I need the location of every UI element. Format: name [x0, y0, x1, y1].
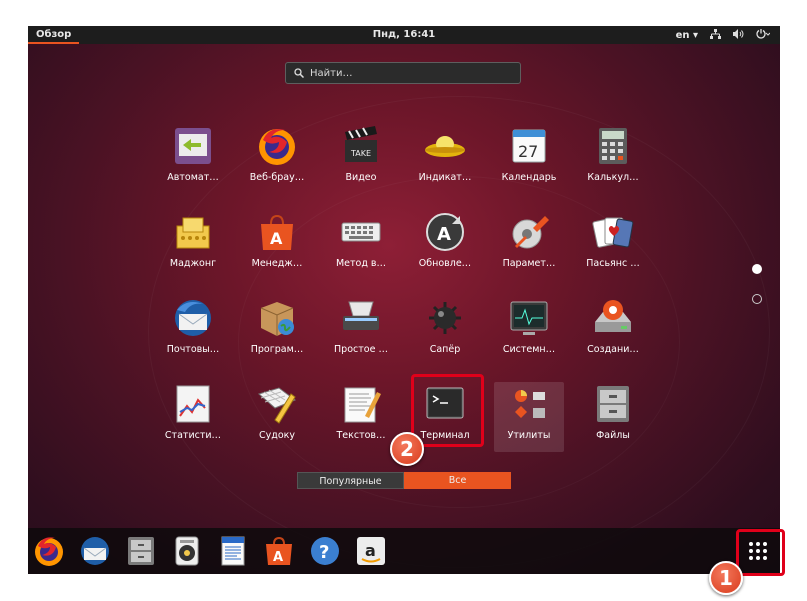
- desktop: Обзор Пнд, 16:41 en ▾ Найти… Автомат… Ве…: [28, 26, 780, 574]
- app-text-editor[interactable]: Текстов…: [326, 382, 396, 452]
- app-web-browser[interactable]: Веб-брау…: [242, 124, 312, 194]
- calendar-day: 27: [518, 142, 538, 161]
- network-icon: [710, 28, 721, 42]
- svg-text:A: A: [273, 550, 283, 565]
- show-apps-highlight: [736, 529, 785, 576]
- firefox-icon: [259, 129, 295, 165]
- app-video[interactable]: TAKE Видео: [326, 124, 396, 194]
- app-calculator[interactable]: Калькул…: [578, 124, 648, 194]
- app-utilities-folder[interactable]: Утилиты: [494, 382, 564, 452]
- app-solitaire[interactable]: Пасьянс …: [578, 210, 648, 280]
- files-cabinet-icon: [597, 386, 629, 422]
- ufo-indicator-icon: [425, 136, 465, 157]
- update-icon: A: [426, 213, 464, 251]
- page-indicator: [752, 264, 762, 324]
- tab-all[interactable]: Все: [404, 472, 511, 489]
- video-clapper-icon: TAKE: [345, 126, 377, 162]
- app-automation[interactable]: Автомат…: [158, 124, 228, 194]
- annotation-badge-1: 1: [709, 561, 743, 595]
- search-entry[interactable]: Найти…: [285, 62, 521, 84]
- svg-text:TAKE: TAKE: [350, 149, 371, 158]
- language-indicator[interactable]: en ▾: [676, 30, 698, 41]
- app-statistics[interactable]: Статисти…: [158, 382, 228, 452]
- dock: A ? a: [28, 528, 780, 574]
- keyboard-icon: [341, 222, 381, 242]
- page-dot-2[interactable]: [752, 294, 762, 304]
- app-system-monitor[interactable]: Системн…: [494, 296, 564, 366]
- app-mail[interactable]: Почтовы…: [158, 296, 228, 366]
- cards-icon: [592, 217, 634, 248]
- calculator-icon: [599, 128, 627, 164]
- app-simple-scan[interactable]: Простое …: [326, 296, 396, 366]
- automation-icon: [175, 128, 211, 164]
- svg-text:?: ?: [319, 542, 329, 563]
- clock[interactable]: Пнд, 16:41: [28, 26, 780, 44]
- thunderbird-icon: [175, 300, 211, 336]
- power-icon: [756, 28, 771, 42]
- help-icon[interactable]: ?: [308, 534, 342, 568]
- app-startup-disk-creator[interactable]: Создани…: [578, 296, 648, 366]
- system-tray[interactable]: en ▾: [676, 26, 771, 44]
- app-settings[interactable]: Парамет…: [494, 210, 564, 280]
- system-monitor-icon: [510, 301, 548, 335]
- scanner-icon: [343, 301, 379, 330]
- files-icon[interactable]: [124, 534, 158, 568]
- app-calendar[interactable]: 27 Календарь: [494, 124, 564, 194]
- tab-popular[interactable]: Популярные: [297, 472, 404, 489]
- annotation-badge-2: 2: [390, 432, 424, 466]
- app-updates[interactable]: A Обновле…: [410, 210, 480, 280]
- text-editor-icon: [344, 387, 381, 423]
- app-mines[interactable]: Сапёр: [410, 296, 480, 366]
- app-software-updates[interactable]: Програм…: [242, 296, 312, 366]
- calendar-icon: 27: [512, 129, 546, 163]
- disk-creator-icon: [595, 300, 631, 332]
- view-switcher: Популярные Все: [297, 472, 511, 489]
- page-dot-1[interactable]: [752, 264, 762, 274]
- software-icon[interactable]: A: [262, 534, 296, 568]
- mine-icon: [429, 302, 461, 334]
- sudoku-icon: [257, 387, 297, 424]
- svg-text:a: a: [365, 541, 376, 560]
- mahjong-icon: [176, 217, 210, 249]
- writer-icon[interactable]: [216, 534, 250, 568]
- top-bar: Обзор Пнд, 16:41 en ▾: [28, 26, 780, 44]
- search-placeholder: Найти…: [310, 67, 353, 79]
- app-sudoku[interactable]: Судоку: [242, 382, 312, 452]
- app-input-method[interactable]: Метод в…: [326, 210, 396, 280]
- terminal-highlight: [411, 374, 484, 447]
- svg-text:A: A: [437, 224, 451, 245]
- amazon-icon[interactable]: a: [354, 534, 388, 568]
- rhythmbox-icon[interactable]: [170, 534, 204, 568]
- app-indicator[interactable]: Индикат…: [410, 124, 480, 194]
- svg-text:A: A: [270, 229, 283, 248]
- app-software-manager[interactable]: A Менедж…: [242, 210, 312, 280]
- app-files[interactable]: Файлы: [578, 382, 648, 452]
- utilities-folder-icon: [515, 390, 545, 418]
- software-bag-icon: A: [261, 214, 293, 250]
- thunderbird-icon[interactable]: [78, 534, 112, 568]
- settings-icon: [512, 216, 549, 249]
- firefox-icon[interactable]: [32, 534, 66, 568]
- volume-icon: [733, 28, 744, 42]
- statistics-icon: [176, 385, 210, 423]
- app-mahjongg[interactable]: Маджонг: [158, 210, 228, 280]
- search-icon: [294, 68, 304, 78]
- package-globe-icon: [260, 302, 294, 336]
